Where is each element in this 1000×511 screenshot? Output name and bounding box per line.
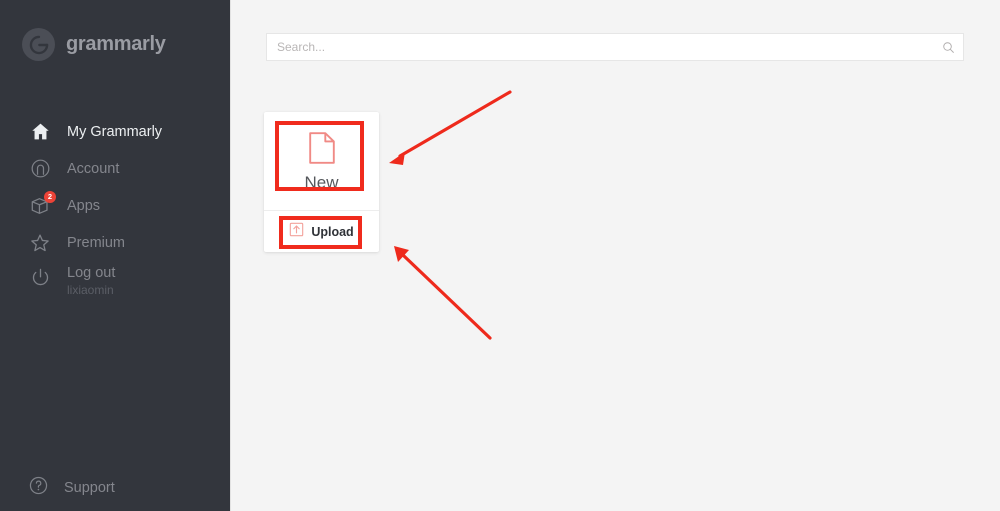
- brand-name: grammarly: [66, 33, 166, 55]
- sidebar-item-premium[interactable]: Premium: [0, 224, 231, 261]
- power-icon: [28, 265, 52, 289]
- apps-badge-count: 2: [44, 190, 56, 203]
- sidebar-item-label: Support: [64, 480, 115, 496]
- sidebar-item-label: Premium: [67, 234, 126, 251]
- sidebar-nav: My Grammarly Account 2 Apps Premium Log …: [0, 113, 231, 307]
- brand-logo[interactable]: grammarly: [22, 28, 166, 61]
- logged-in-username: lixiaomin: [67, 283, 114, 297]
- sidebar-item-label: Apps: [67, 197, 101, 214]
- upload-button[interactable]: Upload: [264, 211, 379, 252]
- sidebar-item-my-grammarly[interactable]: My Grammarly: [0, 113, 231, 150]
- sidebar: grammarly My Grammarly Account 2 Apps Pr…: [0, 0, 231, 511]
- main-content: New Upload: [232, 0, 1000, 511]
- sidebar-item-label: Account: [67, 160, 120, 177]
- document-create-card: New Upload: [264, 112, 379, 252]
- sidebar-item-label: Log out: [67, 265, 116, 281]
- search-bar: [266, 33, 964, 61]
- upload-arrow-icon: [289, 222, 304, 242]
- new-document-label: New: [304, 172, 339, 192]
- star-outline-icon: [28, 231, 52, 255]
- grammarly-g-logo-icon: [22, 28, 55, 61]
- search-icon[interactable]: [933, 34, 963, 60]
- question-circle-icon: [28, 475, 49, 501]
- sidebar-item-apps[interactable]: 2 Apps: [0, 187, 231, 224]
- cube-box-icon: 2: [28, 190, 56, 218]
- sidebar-item-support[interactable]: Support: [0, 470, 231, 506]
- home-icon: [28, 120, 52, 144]
- upload-label: Upload: [311, 224, 354, 239]
- new-document-button[interactable]: New: [264, 112, 379, 210]
- sidebar-item-label: My Grammarly: [67, 123, 163, 140]
- document-page-icon: [308, 131, 335, 169]
- sidebar-item-account[interactable]: Account: [0, 150, 231, 187]
- search-input[interactable]: [267, 34, 933, 60]
- sidebar-item-log-out[interactable]: Log out lixiaomin: [0, 261, 231, 307]
- account-circle-icon: [28, 157, 52, 181]
